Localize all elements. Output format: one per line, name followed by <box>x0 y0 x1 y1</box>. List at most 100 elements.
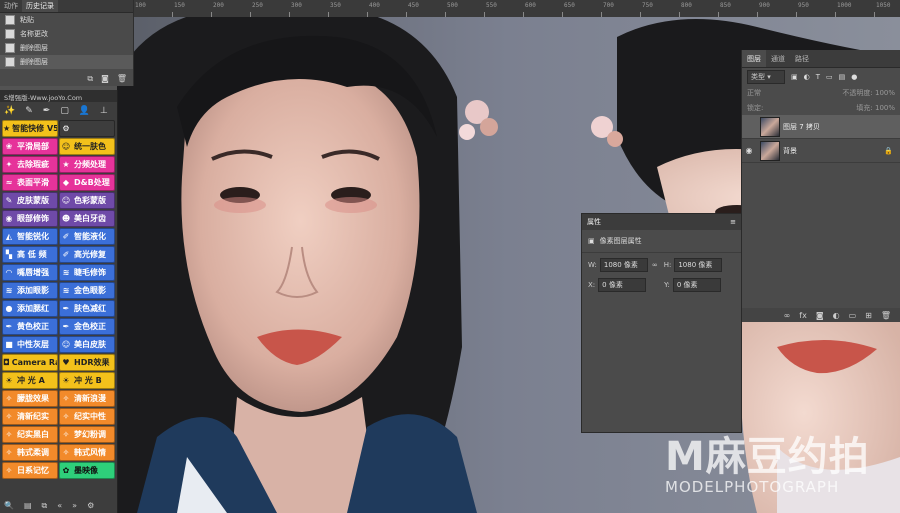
tab-layers[interactable]: 图层 <box>742 50 766 67</box>
new-document-icon[interactable]: ⧉ <box>87 74 93 84</box>
fill-value[interactable]: 100% <box>875 104 895 112</box>
filter-shape-icon[interactable]: ▭ <box>826 73 833 81</box>
history-state-icon <box>5 29 15 39</box>
width-field[interactable]: 1080 像素 <box>599 258 648 272</box>
plugin-button[interactable]: ✿ 墨映像 <box>59 462 115 479</box>
stamp-icon[interactable]: ⊥ <box>100 106 108 116</box>
plugin-button[interactable]: ✧ 日系记忆 <box>2 462 58 479</box>
layer-filter-select[interactable]: 类型 ▾ <box>747 69 785 84</box>
plugin-button[interactable]: ● 添加腮红 <box>2 300 58 317</box>
y-field[interactable]: 0 像素 <box>672 278 721 292</box>
x-field[interactable]: 0 像素 <box>598 278 647 292</box>
pen-icon[interactable]: ✒ <box>43 106 51 116</box>
layer-row[interactable]: 图层 7 拷贝 <box>742 115 900 139</box>
plugin-button[interactable]: ☺ 色彩蒙版 <box>59 192 115 209</box>
plugin-button[interactable]: ☺ 统一肤色 <box>59 138 115 155</box>
plugin-button[interactable]: ✧ 纪实中性 <box>59 408 115 425</box>
plugin-button[interactable]: ☀ 冲 光 A <box>2 372 58 389</box>
link-proportions-icon[interactable]: ∞ <box>652 261 658 269</box>
visibility-eye-icon[interactable]: ◉ <box>742 146 756 155</box>
filter-pixel-icon[interactable]: ▣ <box>791 73 798 81</box>
filter-adjust-icon[interactable]: ◐ <box>804 73 810 81</box>
plugin-button[interactable]: ■ 中性灰层 <box>2 336 58 353</box>
plugin-button[interactable]: ✎ 皮肤蒙版 <box>2 192 58 209</box>
adjustment-icon[interactable]: ◐ <box>833 311 840 320</box>
plugin-button[interactable]: ◉ 眼部修饰 <box>2 210 58 227</box>
plugin-button[interactable]: ✧ 梦幻粉调 <box>59 426 115 443</box>
tab-history[interactable]: 历史记录 <box>22 0 58 12</box>
search-icon[interactable]: 🔍 <box>4 501 14 511</box>
filter-label: 类型 <box>751 72 765 81</box>
plugin-button[interactable]: ✧ 韩式柔调 <box>2 444 58 461</box>
delete-layer-icon[interactable]: 🗑 <box>881 311 891 320</box>
copy-icon[interactable]: ⧉ <box>42 501 48 511</box>
user-icon[interactable]: 👤 <box>79 106 90 116</box>
plugin-button[interactable]: ✒ 黄色校正 <box>2 318 58 335</box>
frame-icon[interactable]: ▢ <box>60 106 69 116</box>
history-item[interactable]: 名称更改 <box>0 27 133 41</box>
plugin-button[interactable]: ✐ 高光修复 <box>59 246 115 263</box>
history-item[interactable]: 粘贴 <box>0 13 133 27</box>
face-icon: ☺ <box>61 196 71 205</box>
plugin-button[interactable]: ✧ 韩式风情 <box>59 444 115 461</box>
tab-channels[interactable]: 通道 <box>766 50 790 67</box>
new-layer-icon[interactable]: ⊞ <box>865 311 872 320</box>
filter-toggle-icon[interactable]: ● <box>851 73 857 81</box>
trash-icon[interactable]: 🗑 <box>117 74 127 84</box>
history-item[interactable]: 删除图层 <box>0 55 133 69</box>
opacity-value[interactable]: 100% <box>875 89 895 97</box>
fx-icon[interactable]: fx <box>799 311 807 320</box>
filter-smart-icon[interactable]: ▤ <box>839 73 846 81</box>
plugin-button[interactable]: ❀ 平滑局部 <box>2 138 58 155</box>
ruler-icon[interactable]: ✎ <box>25 106 33 116</box>
history-item[interactable]: 删除图层 <box>0 41 133 55</box>
plugin-button[interactable]: ✐ 智能液化 <box>59 228 115 245</box>
properties-header: 属性 ≡ <box>582 214 741 230</box>
settings-icon[interactable]: ⚙ <box>87 501 94 511</box>
ruler-label: 900 <box>759 2 770 9</box>
plugin-button[interactable]: ≋ 睫毛修饰 <box>59 264 115 281</box>
plugin-button[interactable]: ✧ 清新浪漫 <box>59 390 115 407</box>
plugin-button[interactable]: ✒ 肤色减红 <box>59 300 115 317</box>
plugin-button[interactable]: ☀ 冲 光 B <box>59 372 115 389</box>
plugin-button[interactable]: ▚ 高 低 频 <box>2 246 58 263</box>
plugin-button[interactable]: ★智能快修 V5.0 <box>2 120 58 137</box>
plugin-button[interactable]: ≋ 添加眼影 <box>2 282 58 299</box>
plugin-button[interactable]: ≋ 金色眼影 <box>59 282 115 299</box>
prev-icon[interactable]: « <box>57 501 62 511</box>
blend-mode-select[interactable]: 正常 <box>747 88 761 98</box>
plugin-button[interactable]: ✧ 清新纪实 <box>2 408 58 425</box>
panel-menu-icon[interactable]: ≡ <box>730 218 736 226</box>
plugin-button[interactable]: ⚙ <box>59 120 115 137</box>
plugin-button[interactable]: ✒ 金色校正 <box>59 318 115 335</box>
height-field[interactable]: 1080 像素 <box>674 258 723 272</box>
magic-icon[interactable]: ✨ <box>4 106 15 116</box>
filter-type-icon[interactable]: T <box>816 73 820 81</box>
plugin-button[interactable]: ◆ D&B处理 <box>59 174 115 191</box>
pin-icon: ✧ <box>5 466 13 475</box>
plugin-button[interactable]: ◭ 智能锐化 <box>2 228 58 245</box>
plugin-button[interactable]: ☺ 美白皮肤 <box>59 336 115 353</box>
tab-actions[interactable]: 动作 <box>0 0 22 12</box>
plugin-button-label: 色彩蒙版 <box>74 196 106 205</box>
plugin-button[interactable]: ✧ 纪实黑白 <box>2 426 58 443</box>
snapshot-icon[interactable]: ◙ <box>101 74 109 84</box>
plugin-button[interactable]: ≈ 表面平滑 <box>2 174 58 191</box>
plugin-button[interactable]: ☻ 美白牙齿 <box>59 210 115 227</box>
plugin-button[interactable]: ✧ 朦胧效果 <box>2 390 58 407</box>
layer-row[interactable]: ◉ 背景 🔒 <box>742 139 900 163</box>
layer-list: 图层 7 拷贝 ◉ 背景 🔒 <box>742 115 900 163</box>
link-icon[interactable]: ∞ <box>784 311 791 320</box>
next-icon[interactable]: » <box>72 501 77 511</box>
plugin-button[interactable]: ★ 分频处理 <box>59 156 115 173</box>
grid-icon[interactable]: ▤ <box>24 501 32 511</box>
plugin-button[interactable]: ✦ 去除瑕疵 <box>2 156 58 173</box>
mask-icon[interactable]: ◙ <box>816 311 824 320</box>
plugin-button[interactable]: ♥ HDR效果 <box>59 354 115 371</box>
tab-paths[interactable]: 路径 <box>790 50 814 67</box>
folder-icon[interactable]: ▭ <box>849 311 857 320</box>
plugin-button[interactable]: ◠ 嘴唇增强 <box>2 264 58 281</box>
settings-icon: ⚙ <box>62 124 70 133</box>
dropper-icon: ✒ <box>5 322 13 331</box>
plugin-button[interactable]: ◘Camera Raw <box>2 354 58 371</box>
